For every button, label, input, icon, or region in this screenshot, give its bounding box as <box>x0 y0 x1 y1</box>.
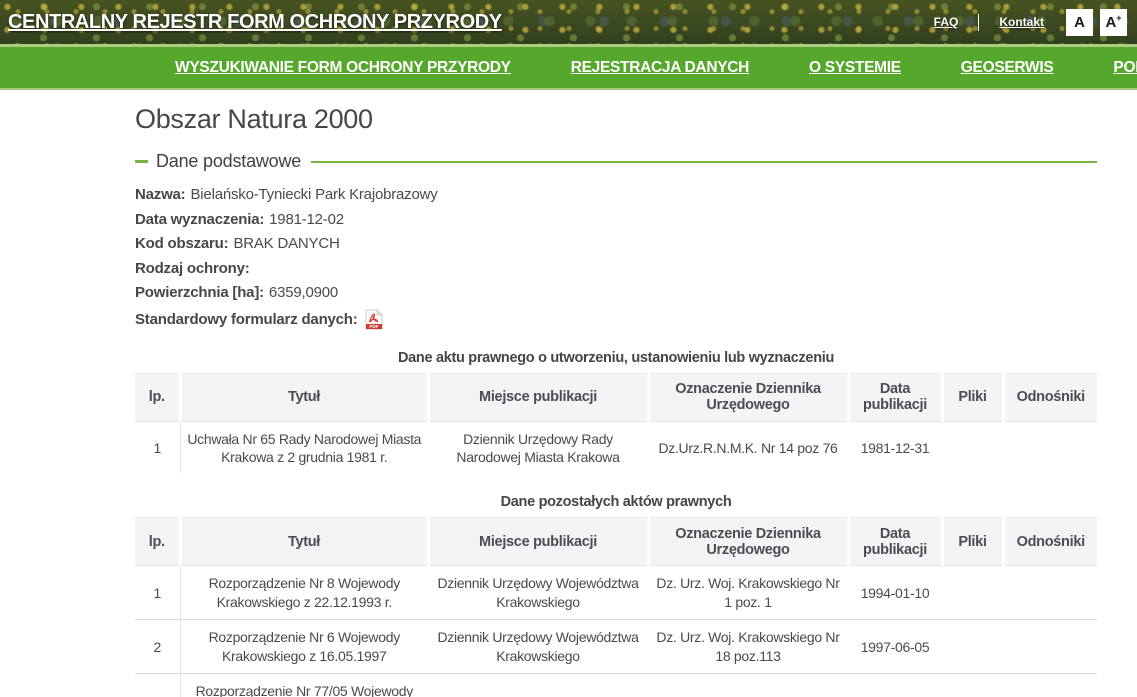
section-header-dane-podstawowe: Dane podstawowe <box>135 151 1097 172</box>
font-size-larger-label: A <box>1105 15 1116 30</box>
cell-pliki <box>942 674 1003 697</box>
cell-data-publikacji: 2006-01-26 <box>848 674 942 697</box>
field-powierzchnia: Powierzchnia [ha]: 6359,0900 <box>135 284 1097 301</box>
cell-pliki <box>942 566 1003 620</box>
cell-tytul: Uchwała Nr 65 Rady Narodowej Miasta Krak… <box>180 421 428 474</box>
field-value: 1981-12-02 <box>269 211 344 228</box>
section-dash-icon <box>135 160 148 163</box>
field-data-wyznaczenia: Data wyznaczenia: 1981-12-02 <box>135 211 1097 228</box>
cell-oznaczenie: Dz.Urz.R.N.M.K. Nr 14 poz 76 <box>648 421 848 474</box>
cell-lp: 1 <box>135 566 180 620</box>
col-data-publikacji: Data publikacji <box>848 373 942 421</box>
table-header-row: lp. Tytuł Miejsce publikacji Oznaczenie … <box>135 518 1097 566</box>
cell-data-publikacji: 1997-06-05 <box>848 620 942 674</box>
cell-lp: 1 <box>135 421 180 474</box>
nav-item-geoserwis[interactable]: GEOSERWIS <box>961 59 1054 77</box>
cell-lp: 3 <box>135 674 180 697</box>
cell-pliki <box>942 421 1003 474</box>
col-oznaczenie-dziennika: Oznaczenie Dziennika Urzędowego <box>648 518 848 566</box>
cell-tytul: Rozporządzenie Nr 8 Wojewody Krakowskieg… <box>180 566 428 620</box>
nav-item-wyszukiwanie[interactable]: WYSZUKIWANIE FORM OCHRONY PRZYRODY <box>175 59 511 77</box>
main-content: Obszar Natura 2000 Dane podstawowe Nazwa… <box>135 104 1097 697</box>
cell-odnosniki <box>1003 674 1097 697</box>
nav-item-pomoc[interactable]: POMOC <box>1113 59 1137 77</box>
main-navigation: WYSZUKIWANIE FORM OCHRONY PRZYRODY REJES… <box>0 44 1137 90</box>
table-pozostale-akty: lp. Tytuł Miejsce publikacji Oznaczenie … <box>135 517 1097 697</box>
col-lp: lp. <box>135 373 180 421</box>
table1-caption: Dane aktu prawnego o utworzeniu, ustanow… <box>135 350 1097 366</box>
field-label: Nazwa: <box>135 186 185 203</box>
col-odnosniki: Odnośniki <box>1003 373 1097 421</box>
top-header-bar: CENTRALNY REJESTR FORM OCHRONY PRZYRODY … <box>0 0 1137 44</box>
site-title-link[interactable]: CENTRALNY REJESTR FORM OCHRONY PRZYRODY <box>8 11 502 34</box>
cell-oznaczenie: Dz. Urz. Woj. Krakowskiego Nr 18 poz.113 <box>648 620 848 674</box>
col-tytul: Tytuł <box>180 373 428 421</box>
col-pliki: Pliki <box>942 373 1003 421</box>
cell-lp: 2 <box>135 620 180 674</box>
font-size-larger-plus: + <box>1116 14 1121 23</box>
cell-oznaczenie: Dz. Urz. z 2006 r. Nr 50, poz. 277 <box>648 674 848 697</box>
field-value: Bielańsko-Tyniecki Park Krajobrazowy <box>190 186 437 203</box>
font-size-normal-button[interactable]: A <box>1066 9 1093 36</box>
field-label: Kod obszaru: <box>135 235 228 252</box>
cell-odnosniki <box>1003 566 1097 620</box>
nav-item-rejestracja[interactable]: REJESTRACJA DANYCH <box>571 59 749 77</box>
svg-text:PDF: PDF <box>369 324 378 329</box>
table-row: 2 Rozporządzenie Nr 6 Wojewody Krakowski… <box>135 620 1097 674</box>
table-row: 3 Rozporządzenie Nr 77/05 Wojewody Małop… <box>135 674 1097 697</box>
field-label: Rodzaj ochrony: <box>135 260 250 277</box>
col-pliki: Pliki <box>942 518 1003 566</box>
cell-data-publikacji: 1981-12-31 <box>848 421 942 474</box>
table-row: 1 Uchwała Nr 65 Rady Narodowej Miasta Kr… <box>135 421 1097 474</box>
table-header-row: lp. Tytuł Miejsce publikacji Oznaczenie … <box>135 373 1097 421</box>
cell-data-publikacji: 1994-01-10 <box>848 566 942 620</box>
field-value: 6359,0900 <box>269 284 338 301</box>
basic-data-fields: Nazwa: Bielańsko-Tyniecki Park Krajobraz… <box>135 186 1097 330</box>
field-standardowy-formularz: Standardowy formularz danych: PDF <box>135 309 1097 330</box>
cell-tytul: Rozporządzenie Nr 77/05 Wojewody Małopol… <box>180 674 428 697</box>
field-value: BRAK DANYCH <box>233 235 339 252</box>
cell-tytul: Rozporządzenie Nr 6 Wojewody Krakowskieg… <box>180 620 428 674</box>
cell-miejsce: Dziennik Urzędowy Województwa Krakowskie… <box>428 566 648 620</box>
field-label: Powierzchnia [ha]: <box>135 284 264 301</box>
section-divider-line <box>311 161 1097 163</box>
top-right-tools: FAQ Kontakt A A+ <box>934 9 1127 36</box>
pdf-icon[interactable]: PDF <box>365 309 383 330</box>
field-label: Standardowy formularz danych: <box>135 311 358 328</box>
page-title: Obszar Natura 2000 <box>135 104 1097 135</box>
col-oznaczenie-dziennika: Oznaczenie Dziennika Urzędowego <box>648 373 848 421</box>
col-tytul: Tytuł <box>180 518 428 566</box>
col-miejsce-publikacji: Miejsce publikacji <box>428 518 648 566</box>
col-miejsce-publikacji: Miejsce publikacji <box>428 373 648 421</box>
faq-link[interactable]: FAQ <box>934 15 959 29</box>
col-lp: lp. <box>135 518 180 566</box>
cell-odnosniki <box>1003 421 1097 474</box>
kontakt-link[interactable]: Kontakt <box>999 15 1044 29</box>
font-size-larger-button[interactable]: A+ <box>1100 9 1127 36</box>
cell-oznaczenie: Dz. Urz. Woj. Krakowskiego Nr 1 poz. 1 <box>648 566 848 620</box>
section-title: Dane podstawowe <box>156 151 301 172</box>
field-rodzaj-ochrony: Rodzaj ochrony: <box>135 260 1097 277</box>
cell-miejsce: Dziennik Urzędowy Województwa Krakowskie… <box>428 620 648 674</box>
table-row: 1 Rozporządzenie Nr 8 Wojewody Krakowski… <box>135 566 1097 620</box>
col-odnosniki: Odnośniki <box>1003 518 1097 566</box>
cell-pliki <box>942 620 1003 674</box>
col-data-publikacji: Data publikacji <box>848 518 942 566</box>
field-nazwa: Nazwa: Bielańsko-Tyniecki Park Krajobraz… <box>135 186 1097 203</box>
cell-miejsce: Dziennik Urzędowy Rady Narodowej Miasta … <box>428 421 648 474</box>
top-links-divider <box>978 14 979 31</box>
nav-item-o-systemie[interactable]: O SYSTEMIE <box>809 59 901 77</box>
cell-miejsce: Dz. Urz. Województwa Małopolskiego <box>428 674 648 697</box>
table-akt-prawny-utworzenie: lp. Tytuł Miejsce publikacji Oznaczenie … <box>135 373 1097 475</box>
field-label: Data wyznaczenia: <box>135 211 264 228</box>
table2-caption: Dane pozostałych aktów prawnych <box>135 494 1097 510</box>
field-kod-obszaru: Kod obszaru: BRAK DANYCH <box>135 235 1097 252</box>
cell-odnosniki <box>1003 620 1097 674</box>
